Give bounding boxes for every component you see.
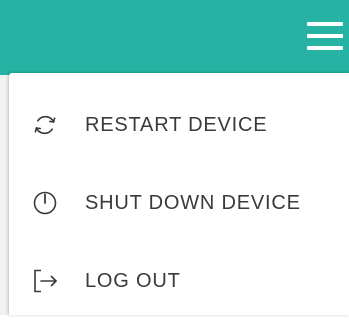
power-icon [32, 190, 58, 216]
restart-icon [32, 112, 58, 138]
hamburger-line [307, 34, 343, 38]
hamburger-menu-icon[interactable] [305, 16, 345, 56]
logout-icon [32, 268, 58, 294]
menu-item-label: SHUT DOWN DEVICE [85, 191, 301, 214]
menu-item-label: LOG OUT [85, 269, 181, 292]
menu-item-log-out[interactable]: LOG OUT [9, 242, 349, 320]
background-strip [0, 75, 9, 315]
hamburger-line [307, 22, 343, 26]
dropdown-menu: RESTART DEVICE SHUT DOWN DEVICE LOG OUT [9, 73, 349, 315]
menu-item-shut-down-device[interactable]: SHUT DOWN DEVICE [9, 164, 349, 242]
menu-item-label: RESTART DEVICE [85, 113, 268, 136]
top-app-bar [0, 0, 349, 75]
menu-item-restart-device[interactable]: RESTART DEVICE [9, 86, 349, 164]
hamburger-line [307, 46, 343, 50]
